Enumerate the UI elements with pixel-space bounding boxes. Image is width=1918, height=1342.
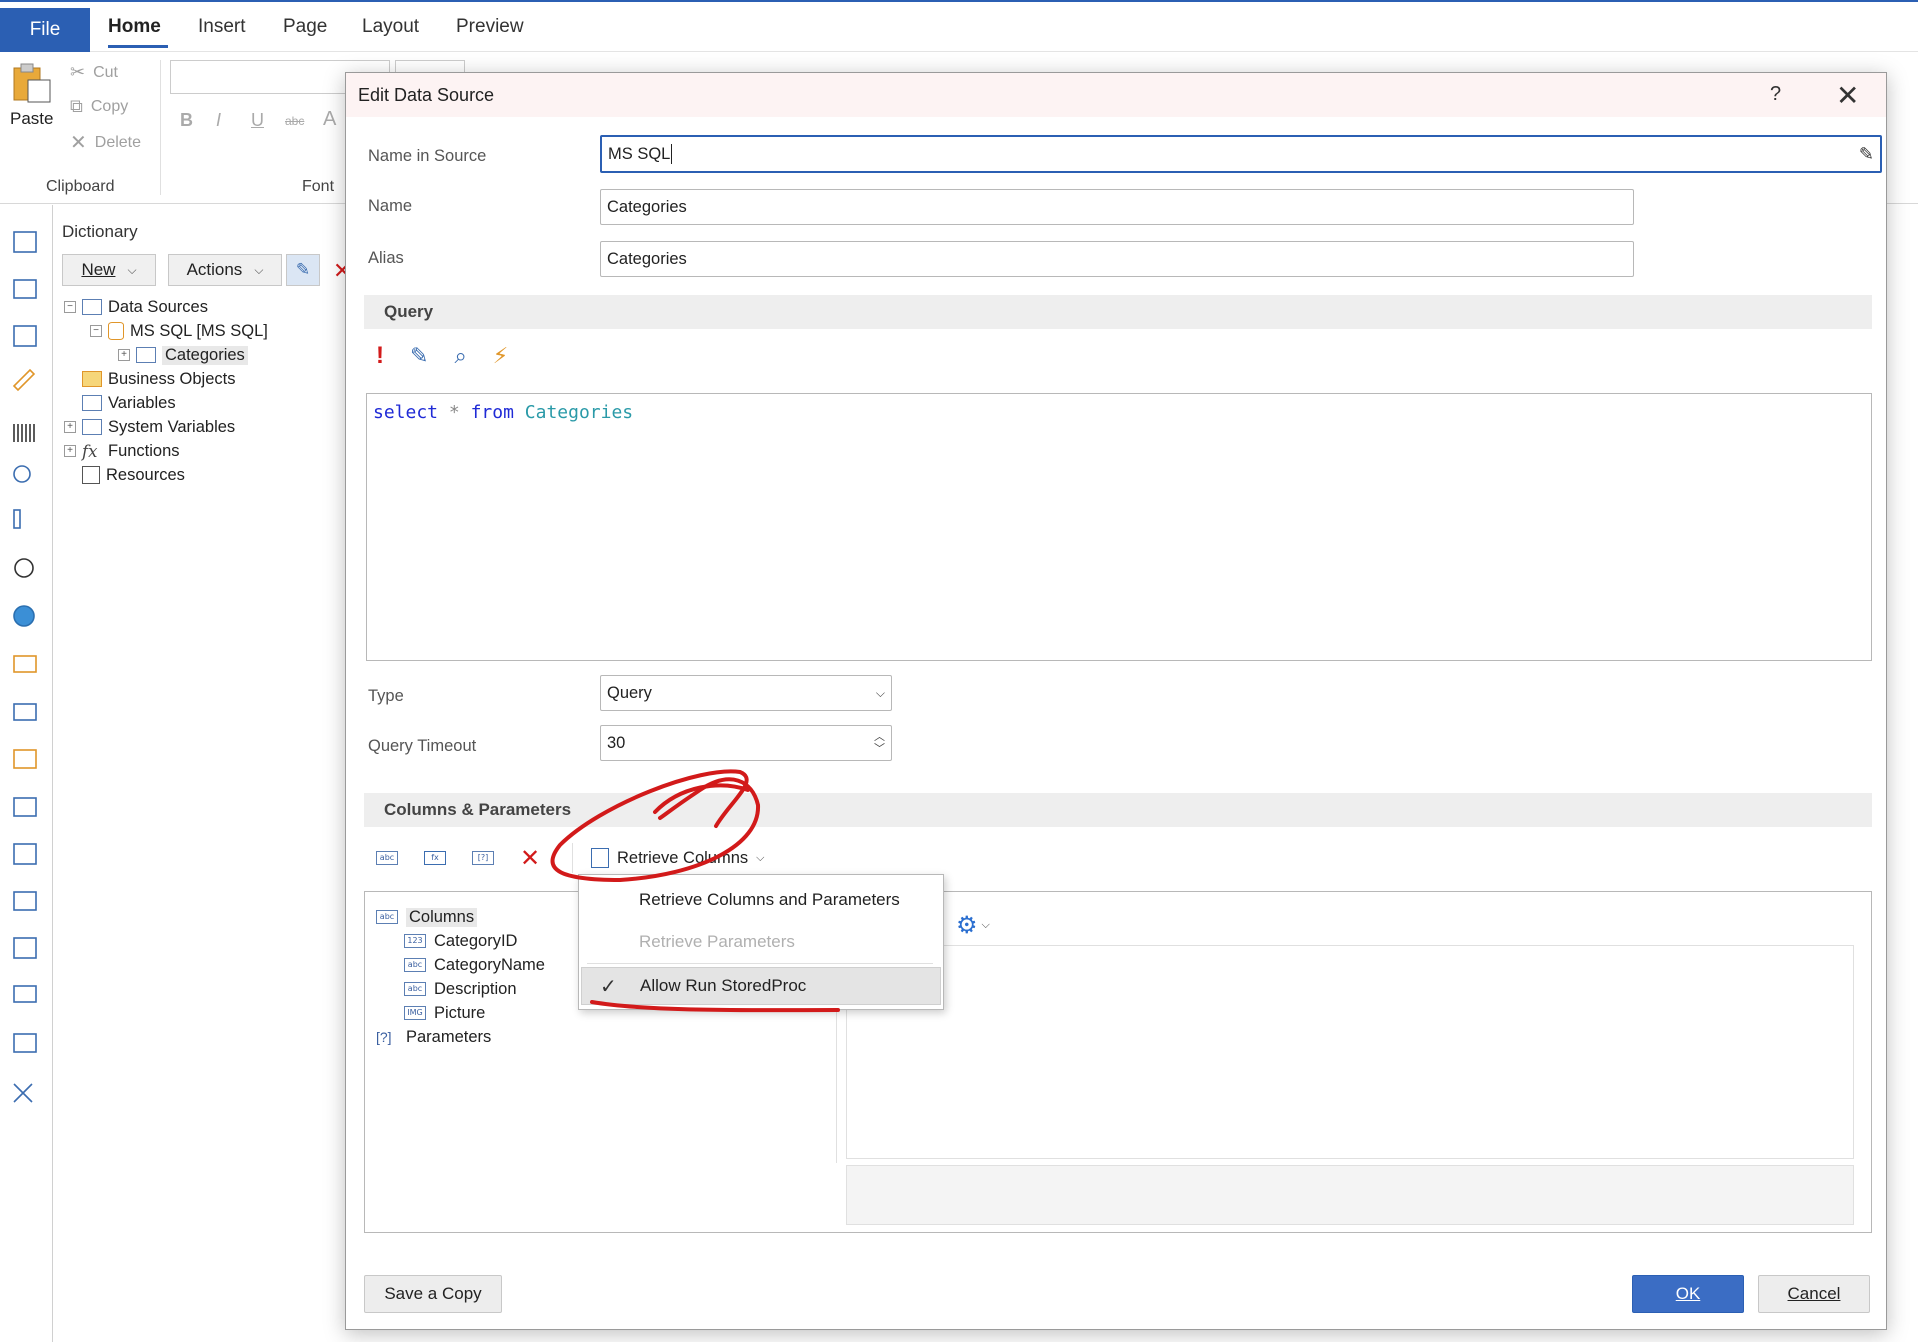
annotation-underline: [590, 1000, 840, 1013]
annotation-circle: [550, 769, 761, 883]
red-annotation-overlay: [550, 769, 840, 1013]
